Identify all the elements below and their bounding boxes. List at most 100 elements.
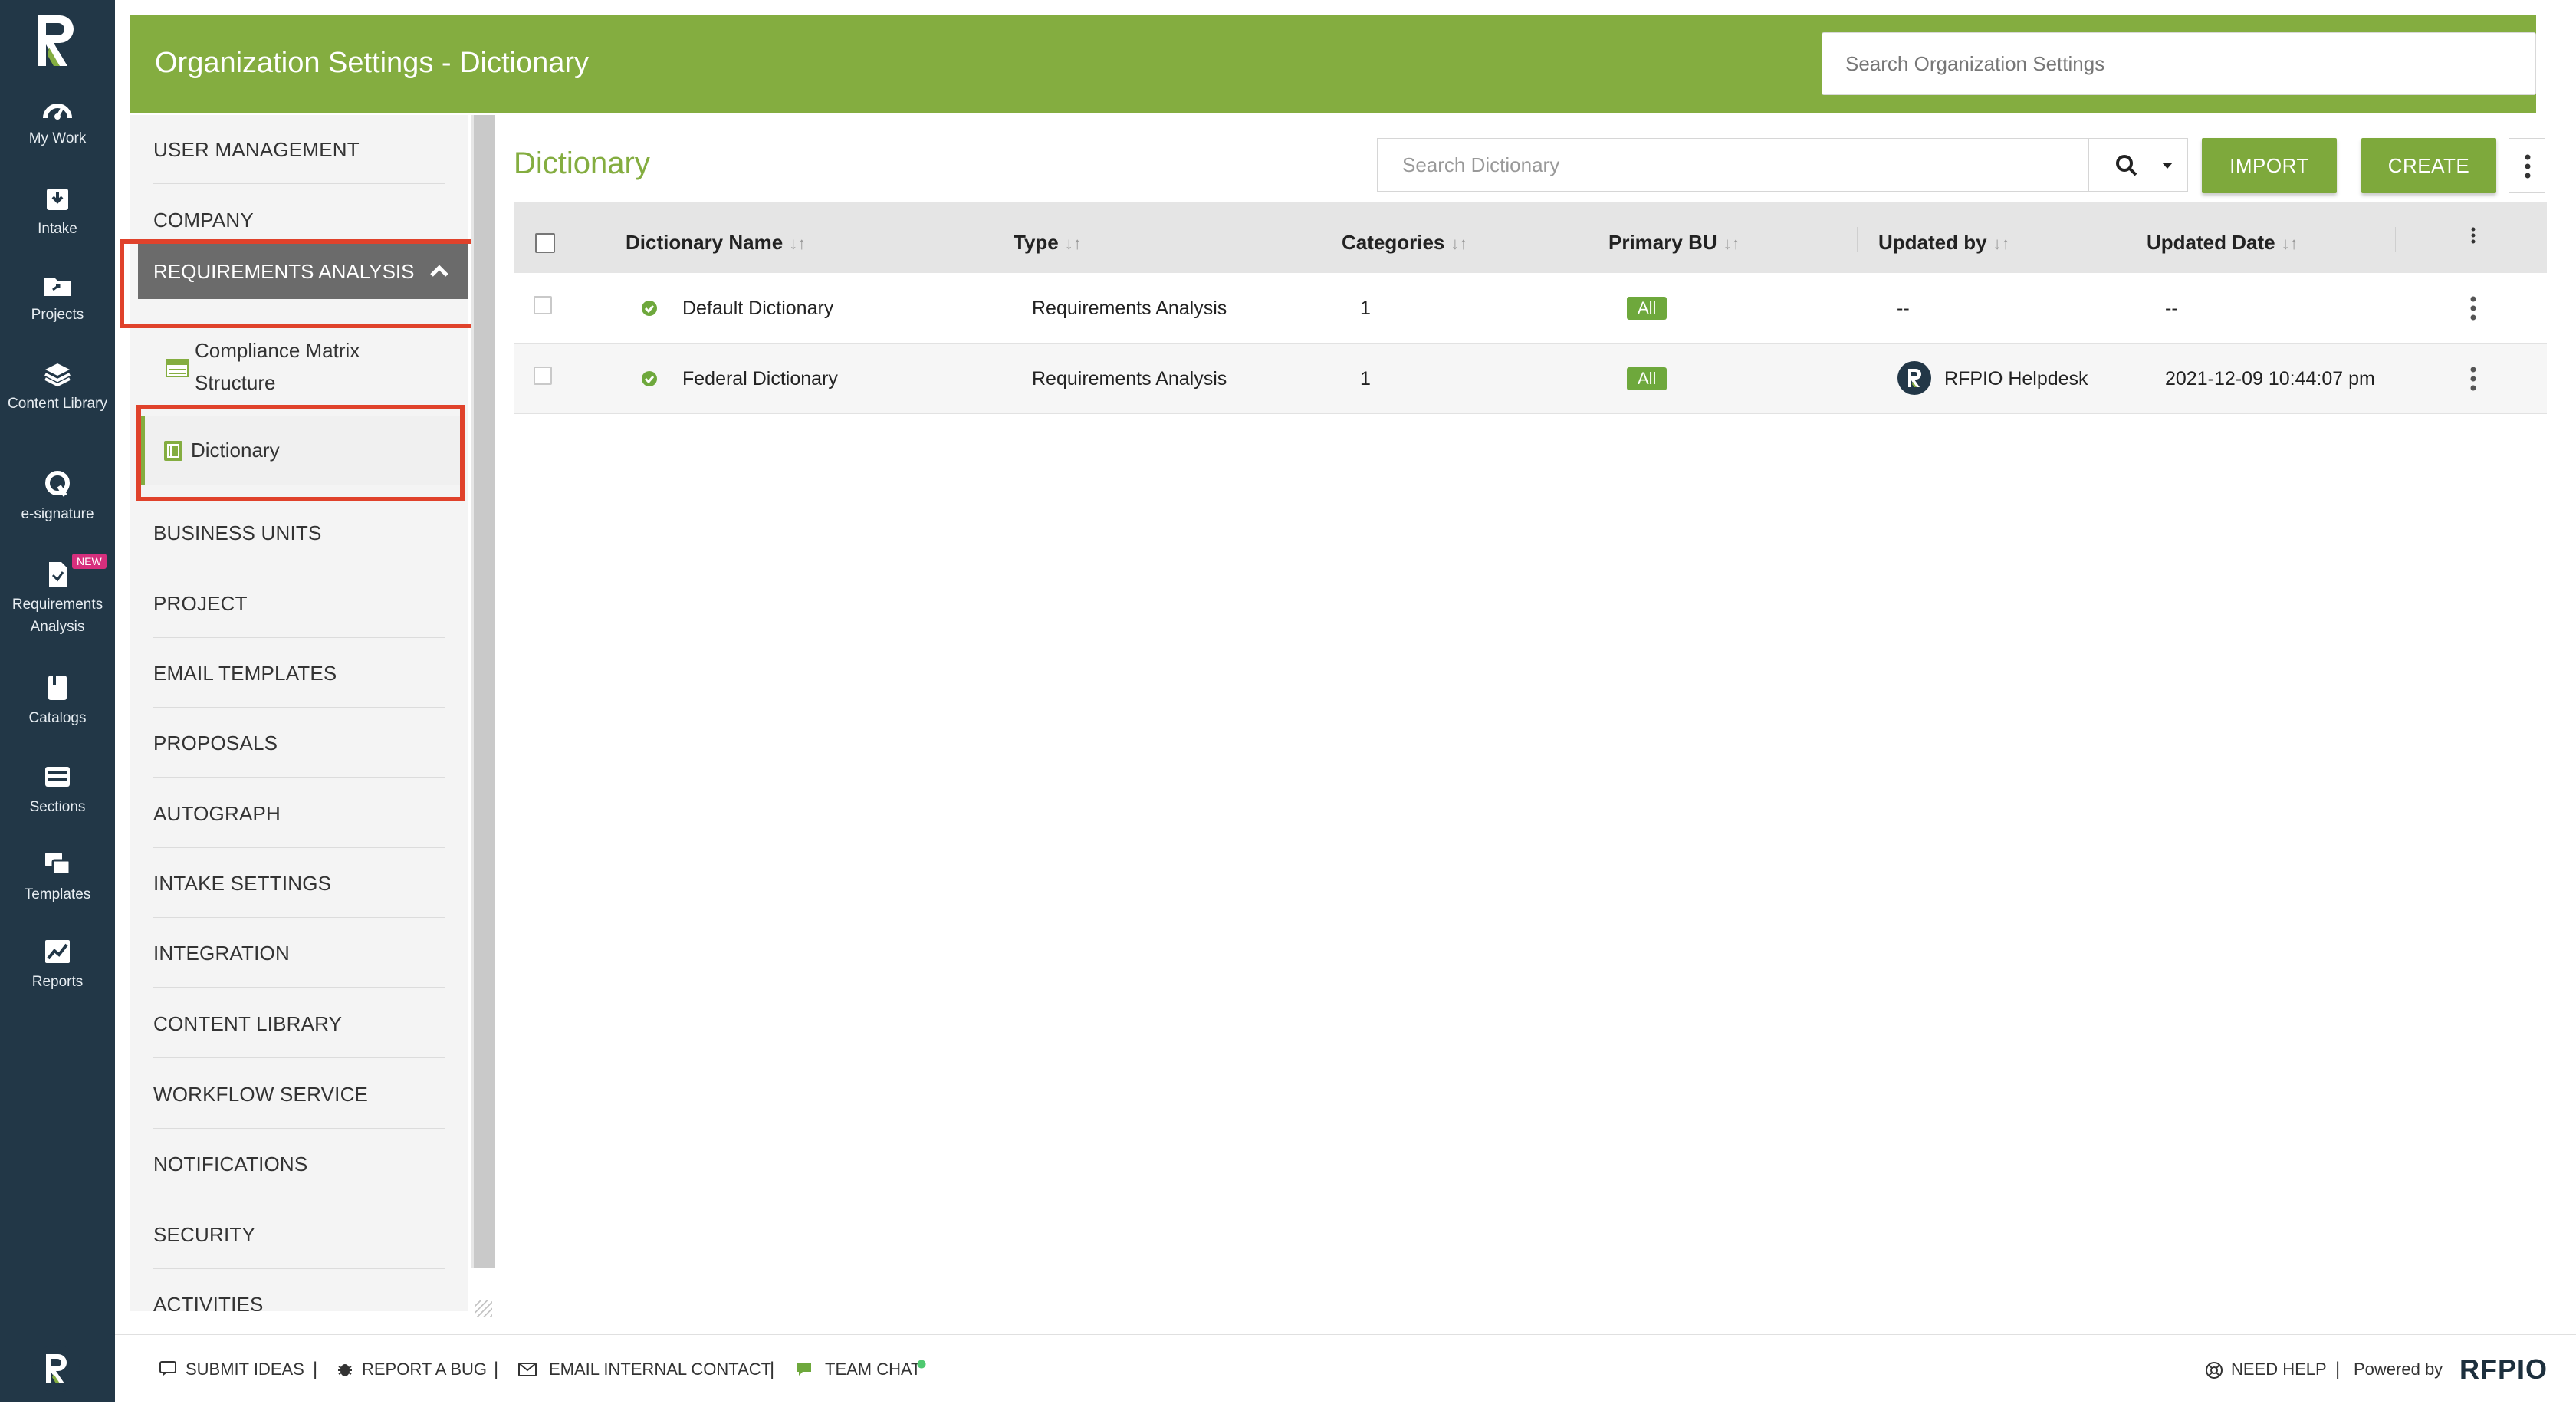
- import-button[interactable]: IMPORT: [2202, 138, 2337, 193]
- table-header: Dictionary Name ↓↑ Type ↓↑ Categories ↓↑ Pr…: [514, 202, 2547, 273]
- help-lifebuoy-icon: [2206, 1362, 2223, 1379]
- nav-item-workflow-service[interactable]: WORKFLOW SERVICE: [153, 1060, 445, 1129]
- rail-item-label: e-signature: [21, 506, 94, 522]
- organization-settings-search-input[interactable]: [1822, 32, 2536, 95]
- rail-item-templates[interactable]: Templates: [0, 850, 115, 906]
- table-row[interactable]: Federal Dictionary Requirements Analysis…: [514, 344, 2547, 414]
- need-help-link[interactable]: NEED HELP: [2231, 1335, 2327, 1402]
- table-row[interactable]: Default Dictionary Requirements Analysis…: [514, 273, 2547, 344]
- nav-item-notifications[interactable]: NOTIFICATIONS: [153, 1129, 445, 1198]
- comment-icon: [159, 1361, 176, 1376]
- column-header-type[interactable]: Type ↓↑: [1014, 202, 1082, 273]
- nav-item-activities[interactable]: ACTIVITIES: [153, 1270, 445, 1311]
- nav-item-intake-settings[interactable]: INTAKE SETTINGS: [153, 849, 445, 918]
- nav-item-content-library[interactable]: CONTENT LIBRARY: [153, 989, 445, 1058]
- cell-updated-date: --: [2165, 298, 2178, 319]
- rail-item-sections[interactable]: Sections: [0, 762, 115, 818]
- projects-folder-icon: [44, 278, 71, 296]
- cell-categories: 1: [1360, 368, 1371, 390]
- sort-icon[interactable]: ↓↑: [789, 234, 806, 253]
- rail-item-catalogs[interactable]: Catalogs: [0, 673, 115, 729]
- kebab-menu-icon: [2525, 154, 2531, 179]
- more-options-button[interactable]: [2509, 138, 2545, 193]
- primary-bu-badge: All: [1627, 367, 1668, 390]
- sort-icon[interactable]: ↓↑: [2282, 234, 2298, 253]
- cell-updated-date: 2021-12-09 10:44:07 pm: [2165, 368, 2375, 390]
- rail-item-label: Templates: [24, 886, 91, 903]
- row-actions-kebab-icon[interactable]: [2470, 367, 2476, 391]
- report-bug-link[interactable]: REPORT A BUG: [362, 1335, 487, 1402]
- team-chat-icon: [797, 1363, 811, 1376]
- rail-item-label: Intake: [38, 221, 77, 237]
- row-actions-kebab-icon[interactable]: [2470, 296, 2476, 321]
- column-header-label: Updated Date: [2147, 231, 2275, 254]
- team-chat-link[interactable]: TEAM CHAT: [825, 1335, 921, 1402]
- column-header-primary-bu[interactable]: Primary BU ↓↑: [1608, 202, 1740, 273]
- sort-icon[interactable]: ↓↑: [1451, 234, 1467, 253]
- caret-down-icon[interactable]: [2161, 162, 2174, 169]
- dashboard-icon: [43, 104, 72, 120]
- nav-item-email-templates[interactable]: EMAIL TEMPLATES: [153, 639, 445, 708]
- rail-item-content-library[interactable]: Content Library: [0, 360, 115, 415]
- column-header-label: Primary BU: [1608, 231, 1717, 254]
- nav-subitem-compliance-matrix-structure[interactable]: Compliance Matrix Structure: [195, 334, 425, 399]
- select-all-checkbox[interactable]: [535, 233, 555, 253]
- column-header-label: Updated by: [1878, 231, 1987, 254]
- rfpio-wordmark-logo[interactable]: RFPIO: [2459, 1335, 2548, 1402]
- search-icon: [2116, 155, 2137, 176]
- column-header-dictionary-name[interactable]: Dictionary Name ↓↑: [626, 202, 806, 273]
- cell-dictionary-name[interactable]: Default Dictionary: [682, 273, 833, 344]
- sort-icon[interactable]: ↓↑: [1993, 234, 2010, 253]
- new-badge: NEW: [72, 554, 107, 569]
- submit-ideas-link[interactable]: SUBMIT IDEAS: [186, 1335, 304, 1402]
- rail-item-label: Reports: [31, 974, 84, 990]
- column-options-kebab-icon[interactable]: [2470, 227, 2476, 244]
- rfpio-logo-icon[interactable]: [34, 12, 81, 69]
- resize-grip-icon[interactable]: [475, 1300, 492, 1317]
- rail-item-projects[interactable]: Projects: [0, 273, 115, 326]
- online-status-dot-icon: [917, 1360, 926, 1369]
- column-divider[interactable]: [2127, 227, 2128, 252]
- dictionary-search-input[interactable]: [1377, 138, 2088, 192]
- rail-item-e-signature[interactable]: e-signature: [0, 469, 115, 525]
- column-header-label: Dictionary Name: [626, 231, 784, 254]
- catalogs-book-icon: [48, 676, 67, 700]
- nav-item-business-units[interactable]: BUSINESS UNITS: [153, 498, 445, 567]
- table-structure-icon: [166, 359, 189, 377]
- nav-item-user-management[interactable]: USER MANAGEMENT: [153, 115, 445, 184]
- row-checkbox[interactable]: [534, 367, 552, 385]
- nav-item-autograph[interactable]: AUTOGRAPH: [153, 779, 445, 848]
- create-button[interactable]: CREATE: [2361, 138, 2496, 193]
- cell-type: Requirements Analysis: [1032, 298, 1227, 319]
- sort-icon[interactable]: ↓↑: [1065, 234, 1082, 253]
- rail-item-my-work[interactable]: My Work: [0, 97, 115, 150]
- column-header-updated-date[interactable]: Updated Date ↓↑: [2147, 202, 2298, 273]
- row-checkbox[interactable]: [534, 296, 552, 314]
- nav-item-project[interactable]: PROJECT: [153, 569, 445, 638]
- page-title: Organization Settings - Dictionary: [155, 47, 590, 79]
- footer-bar: SUBMIT IDEAS | REPORT A BUG | EMAIL INTE…: [115, 1334, 2576, 1402]
- nav-item-integration[interactable]: INTEGRATION: [153, 919, 445, 988]
- rfpio-circle-logo-icon[interactable]: [31, 1343, 81, 1394]
- sort-icon[interactable]: ↓↑: [1723, 234, 1740, 253]
- dictionary-search-button[interactable]: [2088, 138, 2188, 192]
- rail-item-reports[interactable]: Reports: [0, 937, 115, 993]
- cell-updated-by: --: [1897, 298, 1910, 319]
- rail-item-label: Content Library: [8, 396, 107, 412]
- column-header-categories[interactable]: Categories ↓↑: [1342, 202, 1467, 273]
- content-library-stack-icon: [44, 363, 71, 387]
- sections-icon: [45, 767, 70, 787]
- rail-item-intake[interactable]: Intake: [0, 184, 115, 240]
- templates-icon: [45, 853, 71, 876]
- footer-divider: |: [494, 1359, 499, 1379]
- footer-divider: |: [313, 1359, 318, 1379]
- email-internal-contact-link[interactable]: EMAIL INTERNAL CONTACT: [549, 1335, 771, 1402]
- settings-nav-scrollbar[interactable]: [471, 115, 495, 1268]
- rail-item-requirements-analysis[interactable]: NEW Requirements Analysis: [0, 554, 115, 638]
- column-divider[interactable]: [2395, 227, 2396, 252]
- nav-item-security[interactable]: SECURITY: [153, 1200, 445, 1269]
- column-header-updated-by[interactable]: Updated by ↓↑: [1878, 202, 2010, 273]
- column-divider[interactable]: [1857, 227, 1858, 252]
- cell-dictionary-name[interactable]: Federal Dictionary: [682, 344, 838, 414]
- nav-item-proposals[interactable]: PROPOSALS: [153, 709, 445, 778]
